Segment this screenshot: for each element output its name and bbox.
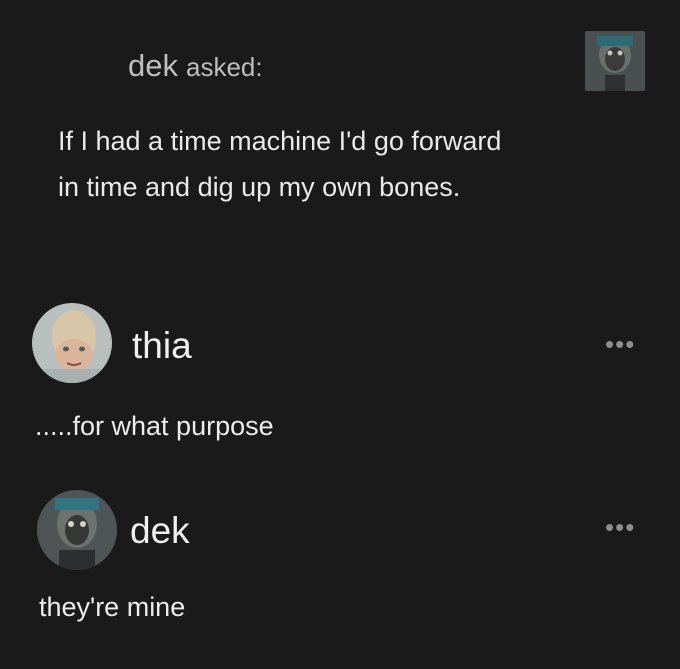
more-options-icon[interactable]: ••• [605,514,635,540]
reply-username[interactable]: thia [132,325,192,367]
ask-header: dek asked: [128,50,263,81]
dek-avatar-icon [585,31,645,91]
thia-avatar-icon [32,303,112,383]
reply-text: they're mine [39,592,186,622]
ask-card: dek asked: If I had a time machine I'd go… [0,0,680,270]
avatar[interactable] [37,490,117,570]
more-options-icon[interactable]: ••• [605,331,635,357]
ask-asker-name[interactable]: dek [128,48,178,83]
ask-question: If I had a time machine I'd go forward i… [58,126,502,202]
avatar[interactable] [32,303,112,383]
ask-asked-label: asked: [185,52,263,82]
reply-text: .....for what purpose [35,411,274,441]
ask-avatar[interactable] [585,31,645,91]
dek-avatar-icon [37,490,117,570]
post-frame: dek asked: If I had a time machine I'd go… [0,0,680,669]
reply-username[interactable]: dek [130,510,190,552]
